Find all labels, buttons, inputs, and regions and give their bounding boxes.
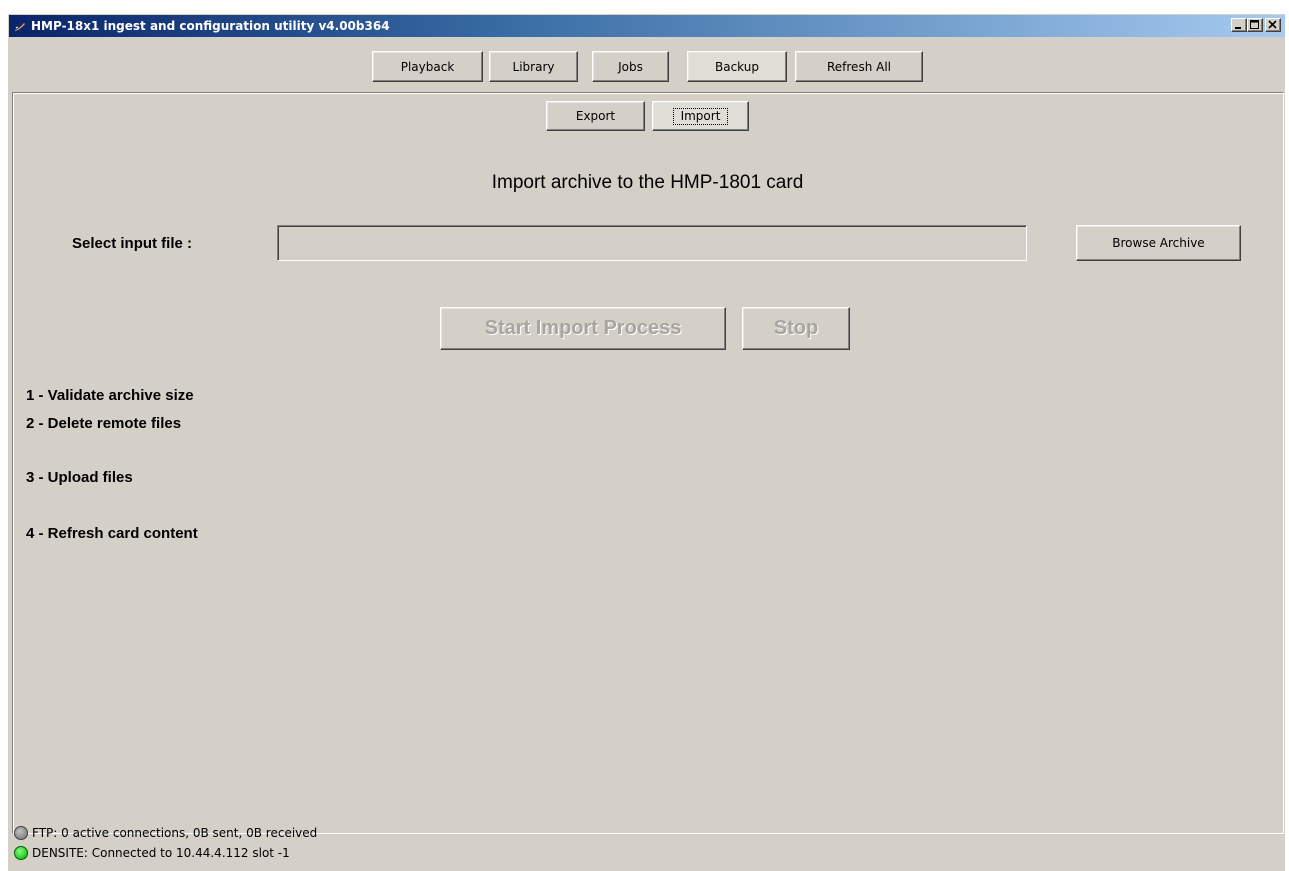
maximize-button[interactable] (1247, 18, 1263, 32)
java-app-icon (15, 23, 25, 31)
tab-backup-label: Backup (715, 59, 759, 74)
backup-panel (12, 92, 1284, 834)
step-delete-remote: 2 - Delete remote files (26, 415, 182, 432)
title-bar[interactable]: HMP-18x1 ingest and configuration utilit… (9, 15, 1285, 37)
select-input-file-label: Select input file : (72, 235, 193, 252)
ftp-status-icon (14, 826, 28, 840)
tab-playback-label: Playback (400, 59, 455, 74)
browse-archive-button[interactable]: Browse Archive (1076, 225, 1241, 261)
densite-status-icon (14, 846, 28, 860)
densite-status: DENSITE: Connected to 10.44.4.112 slot -… (14, 846, 290, 860)
ftp-status-text: FTP: 0 active connections, 0B sent, 0B r… (32, 826, 318, 840)
subtab-import[interactable]: Import (652, 101, 749, 131)
tab-refresh-all-label: Refresh All (826, 59, 891, 74)
step-upload-files: 3 - Upload files (26, 469, 133, 486)
import-heading: Import archive to the HMP-1801 card (491, 172, 804, 193)
stop-label: Stop (773, 317, 819, 339)
step-refresh-card: 4 - Refresh card content (26, 525, 198, 542)
tab-refresh-all[interactable]: Refresh All (795, 51, 923, 82)
subtab-import-label: Import (672, 107, 729, 125)
maximize-icon (1250, 20, 1259, 29)
minimize-icon (1235, 27, 1241, 29)
ftp-status: FTP: 0 active connections, 0B sent, 0B r… (14, 826, 317, 840)
start-import-button[interactable]: Start Import Process (440, 307, 726, 350)
stop-button[interactable]: Stop (742, 307, 850, 350)
minimize-button[interactable] (1231, 18, 1247, 32)
subtab-export-label: Export (575, 109, 616, 123)
tab-playback[interactable]: Playback (372, 51, 483, 82)
close-button[interactable] (1265, 18, 1281, 32)
input-file-field[interactable] (277, 225, 1027, 261)
tab-jobs[interactable]: Jobs (592, 51, 669, 82)
tab-jobs-label: Jobs (618, 59, 643, 74)
tab-library-label: Library (512, 59, 555, 74)
tab-backup[interactable]: Backup (687, 51, 787, 82)
browse-archive-label: Browse Archive (1112, 236, 1205, 250)
close-icon (1268, 20, 1277, 29)
window-title: HMP-18x1 ingest and configuration utilit… (31, 19, 390, 33)
tab-library[interactable]: Library (489, 51, 578, 82)
app-window: HMP-18x1 ingest and configuration utilit… (8, 14, 1285, 871)
step-validate-archive: 1 - Validate archive size (26, 387, 194, 404)
start-import-label: Start Import Process (484, 317, 682, 339)
subtab-export[interactable]: Export (546, 101, 645, 131)
densite-status-text: DENSITE: Connected to 10.44.4.112 slot -… (32, 846, 290, 860)
